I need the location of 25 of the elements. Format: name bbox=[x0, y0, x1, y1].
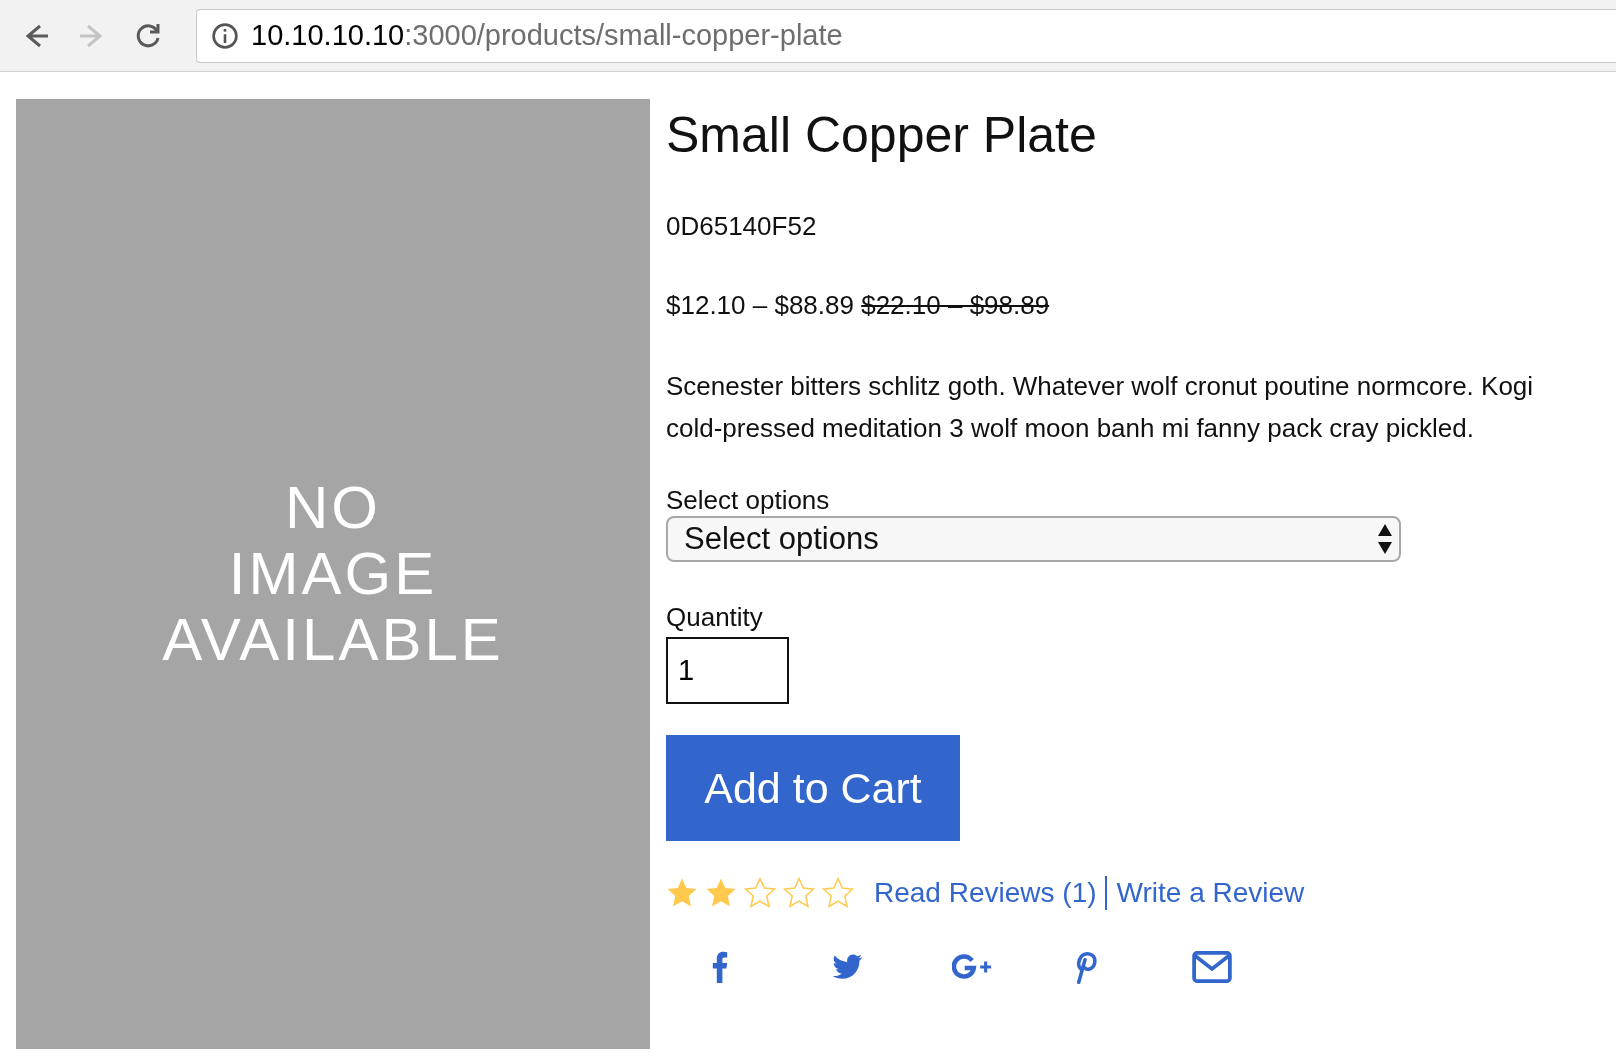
filled-star-icon bbox=[705, 877, 737, 909]
updown-arrow-icon bbox=[1377, 522, 1393, 556]
quantity-label: Quantity bbox=[666, 602, 764, 633]
bird-icon[interactable] bbox=[832, 954, 862, 980]
options-dropdown[interactable]: Select options bbox=[666, 516, 1401, 562]
empty-star-icon bbox=[822, 877, 854, 909]
product-title: Small Copper Plate bbox=[666, 106, 1098, 165]
empty-star-icon bbox=[783, 877, 815, 909]
google-plus-icon[interactable] bbox=[952, 954, 992, 980]
add-to-cart-button[interactable]: Add to Cart bbox=[666, 735, 960, 841]
product-sku: 0D65140F52 bbox=[666, 211, 818, 242]
quantity-field[interactable]: 1 bbox=[666, 637, 789, 704]
options-label: Select options bbox=[666, 485, 831, 516]
address-bar[interactable]: 10.10.10.10:3000/products/small-copper-plate bbox=[196, 8, 1616, 63]
filled-star-icon bbox=[666, 877, 698, 909]
read-reviews-link[interactable]: Read Reviews (1) bbox=[874, 877, 1097, 909]
empty-star-icon bbox=[744, 877, 776, 909]
info-icon bbox=[211, 21, 239, 50]
facebook-icon[interactable] bbox=[712, 950, 728, 984]
product-price: $12.10 – $88.89 $22.10 – $98.89 bbox=[666, 290, 1051, 321]
url-text: 10.10.10.10:3000/products/small-copper-plate bbox=[251, 19, 843, 52]
product-description: Scenester bitters schlitz goth. Whatever wolf cronut poutine normcore. Kogi cold-pressed meditation 3 wolf moon banh mi fanny pack cray pickled. bbox=[666, 370, 1535, 445]
mail-icon[interactable] bbox=[1192, 951, 1232, 983]
write-review-link[interactable]: Write a Review bbox=[1116, 877, 1305, 909]
no-image-text: NO IMAGE AVAILABLE bbox=[162, 475, 504, 673]
